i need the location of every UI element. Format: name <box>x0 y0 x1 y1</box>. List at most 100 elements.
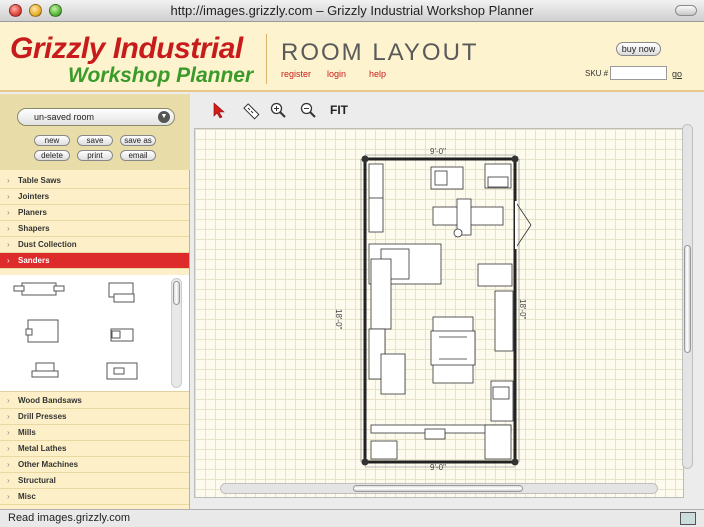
machine-thumbnail-1[interactable] <box>13 282 65 296</box>
category-planers[interactable]: › Planers <box>0 205 189 221</box>
zoom-in-icon[interactable] <box>270 102 286 118</box>
login-link[interactable]: login <box>327 69 346 79</box>
sku-input[interactable] <box>610 66 667 80</box>
dimension-bottom: 9'-0" <box>430 463 446 472</box>
fit-button[interactable]: FIT <box>330 103 348 117</box>
category-label: Dust Collection <box>18 240 77 249</box>
category-other-machines[interactable]: › Other Machines <box>0 457 189 473</box>
logo-workshop-planner: Workshop Planner <box>68 64 254 87</box>
toolbar-toggle-button[interactable] <box>675 5 697 16</box>
chevron-right-icon: › <box>7 476 10 485</box>
logo-grizzly-industrial: Grizzly Industrial <box>10 32 243 65</box>
machine-sidebar: un-saved room ▼ new save save as delete … <box>0 94 190 509</box>
category-metal-lathes[interactable]: › Metal Lathes <box>0 441 189 457</box>
select-arrow-icon[interactable] <box>212 102 226 118</box>
machine-sander[interactable] <box>477 263 513 287</box>
chevron-right-icon: › <box>7 428 10 437</box>
sku-label: SKU # <box>585 69 609 78</box>
chevron-right-icon: › <box>7 412 10 421</box>
status-text: Read images.grizzly.com <box>8 512 131 524</box>
category-label: Sanders <box>18 256 50 265</box>
category-dust-collection[interactable]: › Dust Collection <box>0 237 189 253</box>
category-label: Jointers <box>18 192 50 201</box>
room-floor-plan <box>360 154 532 468</box>
machine-thumbnail-5[interactable] <box>31 362 59 378</box>
category-drill-presses[interactable]: › Drill Presses <box>0 409 189 425</box>
thumbnail-scroll-thumb[interactable] <box>173 281 180 305</box>
wall-corner-handle[interactable] <box>511 155 519 163</box>
thumbnail-scrollbar[interactable] <box>171 278 182 388</box>
print-button[interactable]: print <box>77 150 113 161</box>
cabinet-right[interactable] <box>494 290 514 352</box>
category-misc[interactable]: › Misc <box>0 489 189 505</box>
category-label: Wood Bandsaws <box>18 396 82 405</box>
machine-thumbnail-6[interactable] <box>106 362 138 380</box>
help-link[interactable]: help <box>369 69 386 79</box>
category-structural[interactable]: › Structural <box>0 473 189 489</box>
sander-thumbnail-grid <box>13 282 138 380</box>
dimension-right: 18'-0" <box>518 299 527 320</box>
canvas-vertical-scroll-thumb[interactable] <box>684 245 691 353</box>
zoom-out-icon[interactable] <box>300 102 316 118</box>
machine-shaper[interactable] <box>370 258 392 330</box>
wall-corner-handle[interactable] <box>511 458 519 466</box>
category-sanders[interactable]: › Sanders <box>0 253 189 269</box>
category-label: Structural <box>18 476 56 485</box>
category-shapers[interactable]: › Shapers <box>0 221 189 237</box>
category-table-saws[interactable]: › Table Saws <box>0 173 189 189</box>
title-bar: http://images.grizzly.com – Grizzly Indu… <box>0 0 704 22</box>
dimension-left: 18'-0" <box>334 309 343 330</box>
room-select[interactable]: un-saved room ▼ <box>17 108 175 126</box>
category-label: Metal Lathes <box>18 444 67 453</box>
category-label: Misc <box>18 492 36 501</box>
category-label: Table Saws <box>18 176 61 185</box>
save-as-button[interactable]: save as <box>120 135 156 146</box>
sku-go-link[interactable]: go <box>672 69 682 79</box>
room-select-value: un-saved room <box>34 112 95 122</box>
room-controls: un-saved room ▼ new save save as delete … <box>0 94 190 170</box>
category-label: Mills <box>18 428 36 437</box>
save-button[interactable]: save <box>77 135 113 146</box>
app-header: Grizzly Industrial Workshop Planner ROOM… <box>0 22 704 92</box>
chevron-right-icon: › <box>7 240 10 249</box>
email-button[interactable]: email <box>120 150 156 161</box>
category-wood-bandsaws[interactable]: › Wood Bandsaws <box>0 393 189 409</box>
door[interactable] <box>514 200 532 250</box>
register-link[interactable]: register <box>281 69 311 79</box>
canvas-horizontal-scroll-thumb[interactable] <box>353 485 523 492</box>
new-room-button[interactable]: new <box>34 135 70 146</box>
machine-drill-press[interactable] <box>380 353 406 395</box>
canvas-horizontal-scrollbar[interactable] <box>220 483 658 494</box>
chevron-right-icon: › <box>7 176 10 185</box>
page-title: ROOM LAYOUT <box>281 39 479 66</box>
chevron-right-icon: › <box>7 460 10 469</box>
category-label: Planers <box>18 208 47 217</box>
header-divider <box>266 34 267 84</box>
canvas-vertical-scrollbar[interactable] <box>682 124 693 469</box>
delete-room-button[interactable]: delete <box>34 150 70 161</box>
machine-mill[interactable] <box>370 440 398 460</box>
category-jointers[interactable]: › Jointers <box>0 189 189 205</box>
plan-toolbar: FIT <box>190 94 704 128</box>
category-mills[interactable]: › Mills <box>0 425 189 441</box>
window-title: http://images.grizzly.com – Grizzly Indu… <box>170 3 534 18</box>
buy-now-button[interactable]: buy now <box>616 42 661 56</box>
plan-canvas[interactable]: 9'-0" 9'-0" 18'-0" 18'-0" <box>194 128 684 498</box>
chevron-right-icon: › <box>7 256 10 265</box>
ruler-icon[interactable] <box>242 102 260 120</box>
machine-thumbnail-4[interactable] <box>110 328 134 342</box>
chevron-right-icon: › <box>7 208 10 217</box>
chevron-right-icon: › <box>7 492 10 501</box>
chevron-right-icon: › <box>7 192 10 201</box>
sander-thumbnails <box>0 275 189 392</box>
chevron-right-icon: › <box>7 396 10 405</box>
chevron-down-icon: ▼ <box>158 111 170 123</box>
category-label: Other Machines <box>18 460 79 469</box>
machine-thumbnail-2[interactable] <box>108 282 135 303</box>
wall-corner-handle[interactable] <box>361 155 369 163</box>
browser-window: http://images.grizzly.com – Grizzly Indu… <box>0 0 704 527</box>
chevron-right-icon: › <box>7 224 10 233</box>
category-label: Drill Presses <box>18 412 67 421</box>
machine-thumbnail-3[interactable] <box>25 319 59 343</box>
wall-corner-handle[interactable] <box>361 458 369 466</box>
